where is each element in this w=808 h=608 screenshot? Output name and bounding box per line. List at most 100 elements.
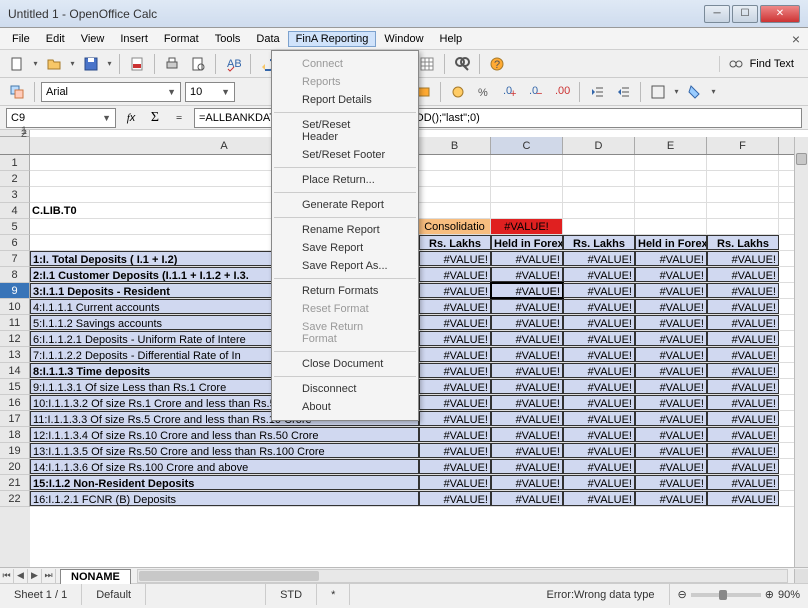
menu-item[interactable]: Close Document (272, 355, 418, 373)
percent-icon[interactable]: % (473, 81, 495, 103)
spellcheck-icon[interactable]: ABC (222, 53, 244, 75)
scroll-thumb[interactable] (796, 153, 807, 165)
row-header[interactable]: 2 (0, 171, 30, 187)
row-header[interactable]: 5 (0, 219, 30, 235)
zoom-control[interactable]: ⊖ ⊕ 90% (670, 588, 808, 601)
menu-item[interactable]: Set/Reset Footer (272, 146, 418, 164)
cell[interactable] (419, 171, 491, 186)
cell[interactable]: #VALUE! (419, 299, 491, 314)
cell[interactable] (707, 171, 779, 186)
cell[interactable]: #VALUE! (491, 475, 563, 490)
cell[interactable]: #VALUE! (491, 331, 563, 346)
sheet-tab[interactable]: NONAME (60, 569, 131, 584)
bgcolor-dropdown[interactable]: ▾ (710, 81, 717, 103)
cell[interactable]: #VALUE! (491, 379, 563, 394)
menu-item[interactable]: Place Return... (272, 171, 418, 189)
cell[interactable] (563, 187, 635, 202)
cell[interactable] (563, 171, 635, 186)
row-header[interactable]: 1 (0, 155, 30, 171)
cell[interactable]: Rs. Lakhs (419, 235, 491, 250)
cell[interactable]: #VALUE! (707, 363, 779, 378)
cell[interactable] (635, 155, 707, 170)
cell[interactable]: Held in Forex (491, 235, 563, 250)
menu-tools[interactable]: Tools (207, 31, 249, 47)
cell[interactable] (707, 219, 779, 234)
menu-item[interactable]: Set/Reset Header (272, 116, 418, 146)
cell[interactable] (563, 203, 635, 218)
menu-insert[interactable]: Insert (112, 31, 156, 47)
cell[interactable]: #VALUE! (563, 283, 635, 298)
horizontal-scrollbar[interactable] (137, 569, 788, 583)
cell[interactable]: #VALUE! (491, 283, 563, 298)
cell[interactable]: #VALUE! (635, 363, 707, 378)
row-header[interactable]: 20 (0, 459, 30, 475)
increase-indent-icon[interactable] (612, 81, 634, 103)
vertical-scrollbar[interactable] (794, 137, 808, 567)
cell[interactable]: Rs. Lakhs (563, 235, 635, 250)
row-header[interactable]: 22 (0, 491, 30, 507)
row-header[interactable]: 13 (0, 347, 30, 363)
menu-item[interactable]: About (272, 398, 418, 416)
cell[interactable]: #VALUE! (707, 283, 779, 298)
cell[interactable] (707, 155, 779, 170)
borders-icon[interactable] (647, 81, 669, 103)
cell[interactable]: #VALUE! (419, 363, 491, 378)
cell[interactable]: #VALUE! (707, 411, 779, 426)
menu-view[interactable]: View (73, 31, 113, 47)
cell[interactable]: #VALUE! (635, 379, 707, 394)
cell[interactable]: #VALUE! (563, 299, 635, 314)
cell[interactable]: #VALUE! (419, 379, 491, 394)
close-button[interactable]: ✕ (760, 5, 800, 23)
decimal-add-icon[interactable]: .0+ (499, 81, 521, 103)
cell[interactable]: #VALUE! (491, 315, 563, 330)
cell[interactable]: #VALUE! (419, 491, 491, 506)
cell[interactable]: #VALUE! (635, 315, 707, 330)
cell[interactable] (419, 187, 491, 202)
cell[interactable]: #VALUE! (635, 267, 707, 282)
menu-item[interactable]: Disconnect (272, 380, 418, 398)
col-header-b[interactable]: B (419, 137, 491, 154)
cell[interactable]: #VALUE! (707, 299, 779, 314)
cell[interactable] (635, 187, 707, 202)
find-text-box[interactable]: Find Text (719, 56, 802, 72)
cell[interactable]: #VALUE! (419, 395, 491, 410)
cell[interactable]: #VALUE! (635, 411, 707, 426)
col-header-e[interactable]: E (635, 137, 707, 154)
cell[interactable]: #VALUE! (491, 491, 563, 506)
row-header[interactable]: 6 (0, 235, 30, 251)
cell[interactable]: #VALUE! (563, 491, 635, 506)
cell[interactable]: #VALUE! (707, 331, 779, 346)
cell[interactable]: 14:I.1.1.3.6 Of size Rs.100 Crore and ab… (30, 459, 419, 474)
row-header[interactable]: 19 (0, 443, 30, 459)
tab-last-icon[interactable]: ⏭ (42, 569, 56, 583)
cell[interactable]: #VALUE! (707, 459, 779, 474)
cell[interactable] (635, 203, 707, 218)
cell[interactable] (491, 187, 563, 202)
find-icon[interactable] (451, 53, 473, 75)
cell[interactable]: #VALUE! (707, 347, 779, 362)
cell[interactable]: 15:I.1.2 Non-Resident Deposits (30, 475, 419, 490)
open-dropdown[interactable]: ▾ (69, 53, 76, 75)
row-header[interactable]: 10 (0, 299, 30, 315)
menu-fina-reporting[interactable]: FinA Reporting (288, 31, 377, 47)
row-header[interactable]: 17 (0, 411, 30, 427)
row-header[interactable]: 9 (0, 283, 30, 299)
cell[interactable]: #VALUE! (707, 427, 779, 442)
font-size-combo[interactable]: 10▼ (185, 82, 235, 102)
cell[interactable] (419, 155, 491, 170)
menu-item[interactable]: Save Report (272, 239, 418, 257)
cell[interactable]: #VALUE! (491, 411, 563, 426)
cell[interactable]: #VALUE! (563, 411, 635, 426)
cell[interactable] (491, 171, 563, 186)
cell[interactable]: #VALUE! (419, 459, 491, 474)
zoom-slider[interactable] (691, 593, 761, 597)
cell[interactable]: #VALUE! (635, 331, 707, 346)
print-preview-icon[interactable] (187, 53, 209, 75)
cell[interactable]: #VALUE! (563, 347, 635, 362)
open-icon[interactable] (43, 53, 65, 75)
cell[interactable] (635, 219, 707, 234)
save-dropdown[interactable]: ▾ (106, 53, 113, 75)
cell[interactable] (419, 203, 491, 218)
cell[interactable]: #VALUE! (563, 315, 635, 330)
menu-item[interactable]: Save Report As... (272, 257, 418, 275)
